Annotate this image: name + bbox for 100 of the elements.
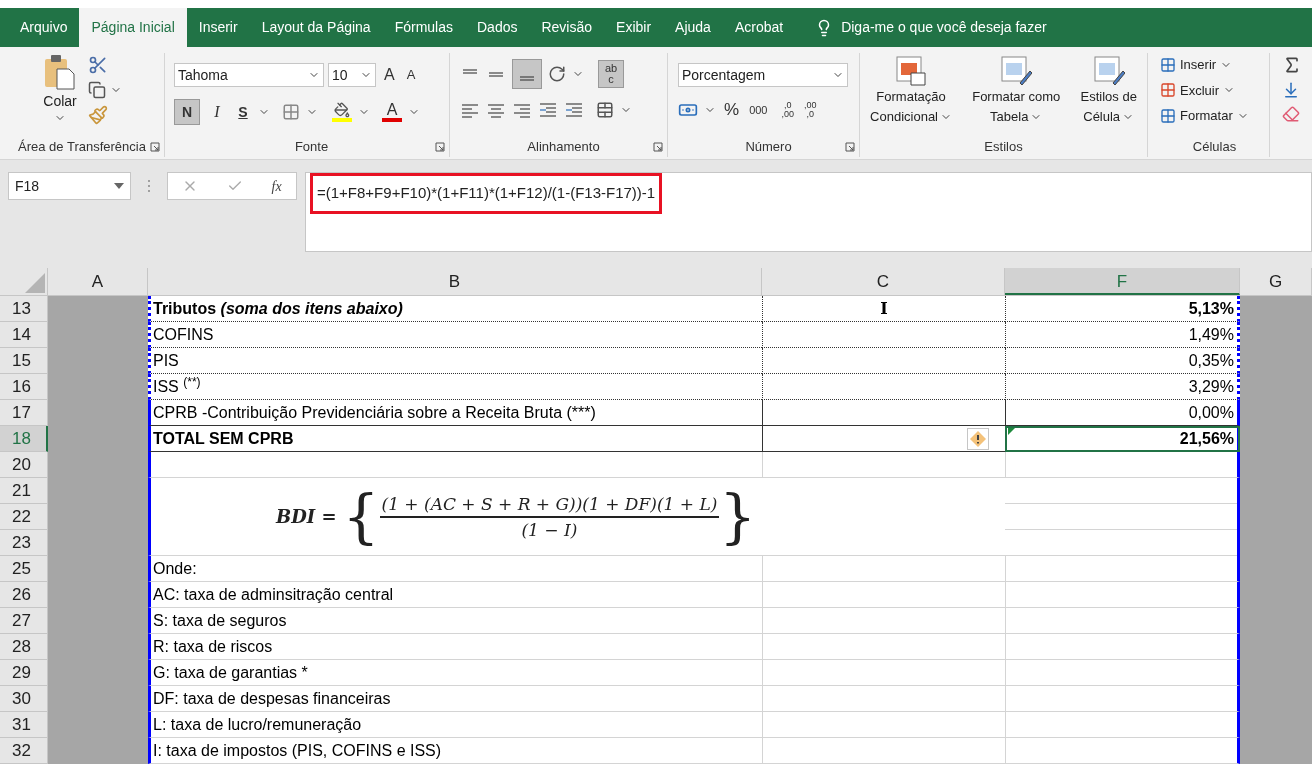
ribbon-tab[interactable]: Arquivo — [8, 8, 80, 47]
cells-button[interactable]: Formatar — [1160, 106, 1269, 126]
row-header[interactable]: 27 — [0, 608, 48, 634]
ribbon-tab[interactable]: Acrobat — [722, 8, 796, 47]
row-header[interactable]: 23 — [0, 530, 48, 556]
ribbon-tab[interactable]: Revisão — [529, 8, 605, 47]
group-label: Área de Transferência — [18, 138, 146, 157]
paste-button[interactable]: Colar — [38, 53, 82, 137]
row-header[interactable]: 17 — [0, 400, 48, 426]
column-header[interactable]: A — [48, 268, 148, 295]
number-format-dropdown[interactable]: Porcentagem — [678, 63, 848, 87]
row-header[interactable]: 18 — [0, 426, 48, 452]
underline-button[interactable]: S — [234, 99, 252, 125]
column-header[interactable]: F — [1005, 268, 1240, 295]
font-size-value: 10 — [332, 65, 348, 85]
group-label: Fonte — [294, 138, 329, 157]
italic-button[interactable]: I — [206, 99, 228, 125]
row-header[interactable]: 28 — [0, 634, 48, 660]
cells-icon — [1160, 82, 1176, 99]
orientation-icon[interactable] — [548, 65, 566, 83]
launcher-icon[interactable] — [435, 142, 445, 152]
styles-button[interactable]: Formatação Condicional — [868, 55, 954, 127]
font-name-value: Tahoma — [178, 65, 228, 85]
eraser-icon[interactable] — [1282, 105, 1300, 123]
name-box[interactable]: F18 — [8, 172, 131, 200]
column-header[interactable]: G — [1240, 268, 1312, 295]
copy-icon[interactable] — [88, 81, 106, 99]
drag-handle-icon[interactable] — [147, 179, 151, 193]
cells-icon — [1160, 107, 1176, 124]
table-cell: COFINS — [148, 322, 762, 348]
merge-cells-icon[interactable] — [596, 101, 614, 119]
cells-button[interactable]: Inserir — [1160, 55, 1269, 75]
cut-icon[interactable] — [88, 55, 108, 75]
font-size-dropdown[interactable]: 10 — [328, 63, 376, 87]
formula-text: =(1+F8+F9+F10)*(1+F11)*(1+F12)/(1-(F13-F17))-1 — [310, 173, 663, 214]
ribbon-tab[interactable]: Layout da Página — [249, 8, 383, 47]
row-header[interactable]: 16 — [0, 374, 48, 400]
ribbon-tab[interactable]: Página Inicial — [79, 8, 187, 47]
ribbon-tab[interactable]: Ajuda — [663, 8, 723, 47]
fill-color-button[interactable] — [332, 102, 352, 122]
table-cell: Tributos (soma dos itens abaixo) — [148, 296, 762, 322]
ribbon-tab[interactable]: Dados — [465, 8, 530, 47]
launcher-icon[interactable] — [150, 142, 160, 152]
launcher-icon[interactable] — [845, 142, 855, 152]
shrink-font-button[interactable]: A — [402, 65, 420, 85]
row-header[interactable]: 30 — [0, 686, 48, 712]
ribbon-tab[interactable]: Fórmulas — [382, 8, 465, 47]
warning-icon[interactable] — [967, 428, 989, 450]
fill-down-icon[interactable] — [1282, 81, 1300, 99]
increase-decimal-button[interactable]: ,0 ,00 — [779, 100, 796, 119]
row-header[interactable]: 32 — [0, 738, 48, 764]
table-cell: ISS $^{(**)}$ — [148, 374, 762, 400]
decrease-indent-icon[interactable] — [538, 102, 558, 118]
ribbon-tab[interactable]: Inserir — [186, 8, 250, 47]
clipboard-icon — [42, 53, 78, 91]
percent-button[interactable]: % — [722, 97, 742, 123]
shaded-cell — [1240, 738, 1312, 764]
row-header[interactable]: 25 — [0, 556, 48, 582]
shaded-cell — [1240, 296, 1312, 322]
format-painter-icon[interactable] — [88, 105, 108, 125]
align-left-icon[interactable] — [460, 102, 480, 118]
row-header[interactable]: 20 — [0, 452, 48, 478]
tell-me-field[interactable]: Diga-me o que você deseja fazer — [841, 17, 1047, 38]
row-header[interactable]: 15 — [0, 348, 48, 374]
table-cell: G: taxa de garantias * — [148, 660, 762, 686]
table-cell: AC: taxa de adminsitração central — [148, 582, 762, 608]
table-cell: PIS — [148, 348, 762, 374]
cells-icon — [1160, 56, 1176, 73]
insert-function-button[interactable]: fx — [271, 175, 282, 197]
table-cell: I — [762, 296, 1005, 322]
table-style-icon — [1092, 55, 1125, 87]
select-all-icon[interactable] — [25, 273, 45, 293]
decrease-decimal-button[interactable]: ,00 ,0 — [802, 100, 819, 119]
row-header[interactable]: 13 — [0, 296, 48, 322]
table-cell: 21,56% — [1005, 426, 1240, 452]
align-center-icon[interactable] — [486, 102, 506, 118]
launcher-icon[interactable] — [653, 142, 663, 152]
row-header[interactable]: 26 — [0, 582, 48, 608]
table-cell: R: taxa de riscos — [148, 634, 762, 660]
cells-button[interactable]: Excluir — [1160, 80, 1269, 100]
font-name-dropdown[interactable]: Tahoma — [174, 63, 324, 87]
thousands-button[interactable]: 000 — [747, 101, 770, 118]
row-header[interactable]: 31 — [0, 712, 48, 738]
row-header[interactable]: 21 — [0, 478, 48, 504]
increase-indent-icon[interactable] — [564, 102, 584, 118]
row-header[interactable]: 14 — [0, 322, 48, 348]
wrap-text-button[interactable]: ab c — [598, 60, 624, 88]
row-header[interactable]: 29 — [0, 660, 48, 686]
table-cell: TOTAL SEM CPRB — [148, 426, 762, 452]
grow-font-button[interactable]: A — [380, 63, 399, 87]
column-header[interactable]: B — [148, 268, 762, 295]
ribbon-tab[interactable]: Exibir — [604, 8, 664, 47]
row-header[interactable]: 22 — [0, 504, 48, 530]
styles-button[interactable]: Estilos de Célula — [1078, 55, 1139, 127]
formula-input[interactable]: =(1+F8+F9+F10)*(1+F11)*(1+F12)/(1-(F13-F17))-1 — [305, 172, 1312, 252]
bold-button[interactable]: N — [174, 99, 200, 125]
align-right-icon[interactable] — [512, 102, 532, 118]
font-color-button[interactable]: A — [382, 102, 402, 122]
borders-icon[interactable] — [282, 103, 300, 121]
styles-button[interactable]: Formatar como Tabela — [970, 55, 1063, 127]
